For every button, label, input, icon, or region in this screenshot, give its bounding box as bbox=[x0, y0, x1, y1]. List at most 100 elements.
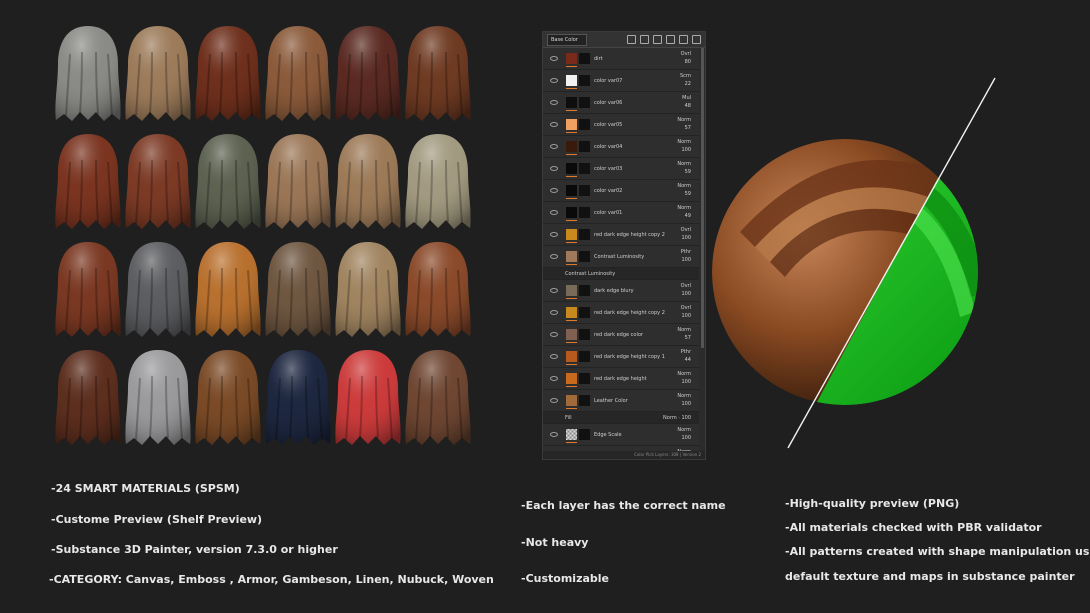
visibility-eye-icon[interactable] bbox=[550, 78, 558, 83]
material-swatch bbox=[262, 24, 334, 124]
visibility-eye-icon[interactable] bbox=[550, 254, 558, 259]
add-folder-icon[interactable] bbox=[679, 35, 688, 44]
feature-smart-materials: -24 SMART MATERIALS (SPSM) bbox=[51, 482, 240, 495]
layer-row[interactable]: dirt Ovrl 80 bbox=[543, 48, 699, 70]
layer-blend-mode[interactable]: Norm 57 bbox=[677, 116, 691, 132]
visibility-eye-icon[interactable] bbox=[550, 144, 558, 149]
layer-thumbnail bbox=[566, 307, 577, 321]
layer-row[interactable]: red dark edge height copy 2 Ovrl 100 bbox=[543, 302, 699, 324]
layer-row[interactable]: dark edge blury Ovrl 100 bbox=[543, 280, 699, 302]
layer-row[interactable]: color var04 Norm 100 bbox=[543, 136, 699, 158]
layer-mask-thumbnail[interactable] bbox=[579, 329, 590, 340]
visibility-eye-icon[interactable] bbox=[550, 398, 558, 403]
layer-effect-row[interactable]: Contrast Luminosity bbox=[543, 268, 699, 280]
layer-blend-mode[interactable]: Mul 48 bbox=[682, 94, 691, 110]
layer-mask-thumbnail[interactable] bbox=[579, 97, 590, 108]
material-swatch bbox=[402, 24, 474, 124]
channel-select[interactable]: Base Color bbox=[547, 33, 587, 46]
delete-layer-icon[interactable] bbox=[692, 35, 701, 44]
layer-row[interactable]: color var03 Norm 59 bbox=[543, 158, 699, 180]
layer-row[interactable]: red dark edge height copy 1 Pthr 44 bbox=[543, 346, 699, 368]
layer-blend-mode[interactable]: Pthr 100 bbox=[681, 248, 691, 264]
layer-list: dirt Ovrl 80 color var07 Scrn 22 color var06 Mu… bbox=[543, 48, 699, 459]
blend-mode-label: Scrn bbox=[679, 73, 691, 79]
layer-row[interactable]: Leather Color Norm 100 bbox=[543, 390, 699, 412]
layers-toolbar: Base Color bbox=[543, 32, 705, 48]
visibility-eye-icon[interactable] bbox=[550, 100, 558, 105]
add-effect-icon[interactable] bbox=[627, 35, 636, 44]
blend-mode-label: Norm bbox=[677, 117, 691, 123]
visibility-eye-icon[interactable] bbox=[550, 332, 558, 337]
layer-blend-mode[interactable]: Norm 100 bbox=[677, 426, 691, 442]
layer-row[interactable]: color var06 Mul 48 bbox=[543, 92, 699, 114]
visibility-eye-icon[interactable] bbox=[550, 56, 558, 61]
visibility-eye-icon[interactable] bbox=[550, 432, 558, 437]
blend-mode-label: Pthr bbox=[680, 349, 691, 355]
layer-blend-mode[interactable]: Norm 100 bbox=[677, 138, 691, 154]
blend-mode-label: Norm bbox=[677, 161, 691, 167]
opacity-value: 57 bbox=[684, 335, 691, 341]
layer-mask-thumbnail[interactable] bbox=[579, 229, 590, 240]
layer-mask-thumbnail[interactable] bbox=[579, 251, 590, 262]
layer-blend-mode[interactable]: Norm 100 bbox=[677, 370, 691, 386]
opacity-value: 100 bbox=[681, 147, 691, 153]
opacity-value: 49 bbox=[684, 213, 691, 219]
visibility-eye-icon[interactable] bbox=[550, 166, 558, 171]
layer-mask-thumbnail[interactable] bbox=[579, 395, 590, 406]
layer-mask-thumbnail[interactable] bbox=[579, 429, 590, 440]
layer-row[interactable]: red dark edge color Norm 57 bbox=[543, 324, 699, 346]
layer-blend-mode[interactable]: Ovrl 80 bbox=[681, 50, 691, 66]
add-fill-layer-icon[interactable] bbox=[653, 35, 662, 44]
layer-thumbnail bbox=[566, 119, 577, 133]
layer-blend-mode[interactable]: Norm 57 bbox=[677, 326, 691, 342]
layer-row[interactable]: Contrast Luminosity Pthr 100 bbox=[543, 246, 699, 268]
layer-row[interactable]: red dark edge height Norm 100 bbox=[543, 368, 699, 390]
opacity-value: 44 bbox=[684, 357, 691, 363]
opacity-value: 100 bbox=[681, 401, 691, 407]
layer-mask-thumbnail[interactable] bbox=[579, 207, 590, 218]
layer-effect-row[interactable]: Fill Norm · 100 bbox=[543, 412, 699, 424]
opacity-value: 100 bbox=[681, 257, 691, 263]
visibility-eye-icon[interactable] bbox=[550, 122, 558, 127]
layer-mask-thumbnail[interactable] bbox=[579, 285, 590, 296]
visibility-eye-icon[interactable] bbox=[550, 210, 558, 215]
layer-mask-thumbnail[interactable] bbox=[579, 373, 590, 384]
layer-blend-mode[interactable]: Norm 100 bbox=[677, 392, 691, 408]
layer-mask-thumbnail[interactable] bbox=[579, 351, 590, 362]
layer-row[interactable]: red dark edge height copy 2 Ovrl 100 bbox=[543, 224, 699, 246]
layer-thumbnail bbox=[566, 75, 577, 89]
layer-mask-thumbnail[interactable] bbox=[579, 307, 590, 318]
layer-row[interactable]: Edge Scale Norm 100 bbox=[543, 424, 699, 446]
visibility-eye-icon[interactable] bbox=[550, 376, 558, 381]
layer-mask-thumbnail[interactable] bbox=[579, 75, 590, 86]
visibility-eye-icon[interactable] bbox=[550, 354, 558, 359]
layer-mask-thumbnail[interactable] bbox=[579, 163, 590, 174]
add-mask-icon[interactable] bbox=[640, 35, 649, 44]
material-swatch bbox=[52, 240, 124, 340]
layer-blend-mode[interactable]: Pthr 44 bbox=[681, 348, 691, 364]
layer-blend-mode[interactable]: Ovrl 100 bbox=[681, 304, 691, 320]
layer-row[interactable]: color var02 Norm 59 bbox=[543, 180, 699, 202]
layer-blend-mode[interactable]: Scrn 22 bbox=[680, 72, 691, 88]
layer-mask-thumbnail[interactable] bbox=[579, 53, 590, 64]
material-swatch bbox=[122, 132, 194, 232]
visibility-eye-icon[interactable] bbox=[550, 288, 558, 293]
layer-blend-mode[interactable]: Ovrl 100 bbox=[681, 226, 691, 242]
layer-blend-mode[interactable]: Ovrl 100 bbox=[681, 282, 691, 298]
layer-blend-mode[interactable]: Norm 49 bbox=[677, 204, 691, 220]
layer-row[interactable]: color var01 Norm 49 bbox=[543, 202, 699, 224]
layer-mask-thumbnail[interactable] bbox=[579, 141, 590, 152]
visibility-eye-icon[interactable] bbox=[550, 310, 558, 315]
visibility-eye-icon[interactable] bbox=[550, 232, 558, 237]
layer-row[interactable]: color var07 Scrn 22 bbox=[543, 70, 699, 92]
layer-thumbnail bbox=[566, 229, 577, 243]
layer-blend-mode[interactable]: Norm 59 bbox=[677, 182, 691, 198]
layer-mask-thumbnail[interactable] bbox=[579, 185, 590, 196]
feature-shape-manipulation: -All patterns created with shape manipul… bbox=[785, 545, 1090, 558]
layer-blend-mode[interactable]: Norm 59 bbox=[677, 160, 691, 176]
layer-blend-mode[interactable]: Norm · 100 bbox=[663, 414, 691, 422]
add-paint-layer-icon[interactable] bbox=[666, 35, 675, 44]
layer-row[interactable]: color var05 Norm 57 bbox=[543, 114, 699, 136]
layer-mask-thumbnail[interactable] bbox=[579, 119, 590, 130]
visibility-eye-icon[interactable] bbox=[550, 188, 558, 193]
